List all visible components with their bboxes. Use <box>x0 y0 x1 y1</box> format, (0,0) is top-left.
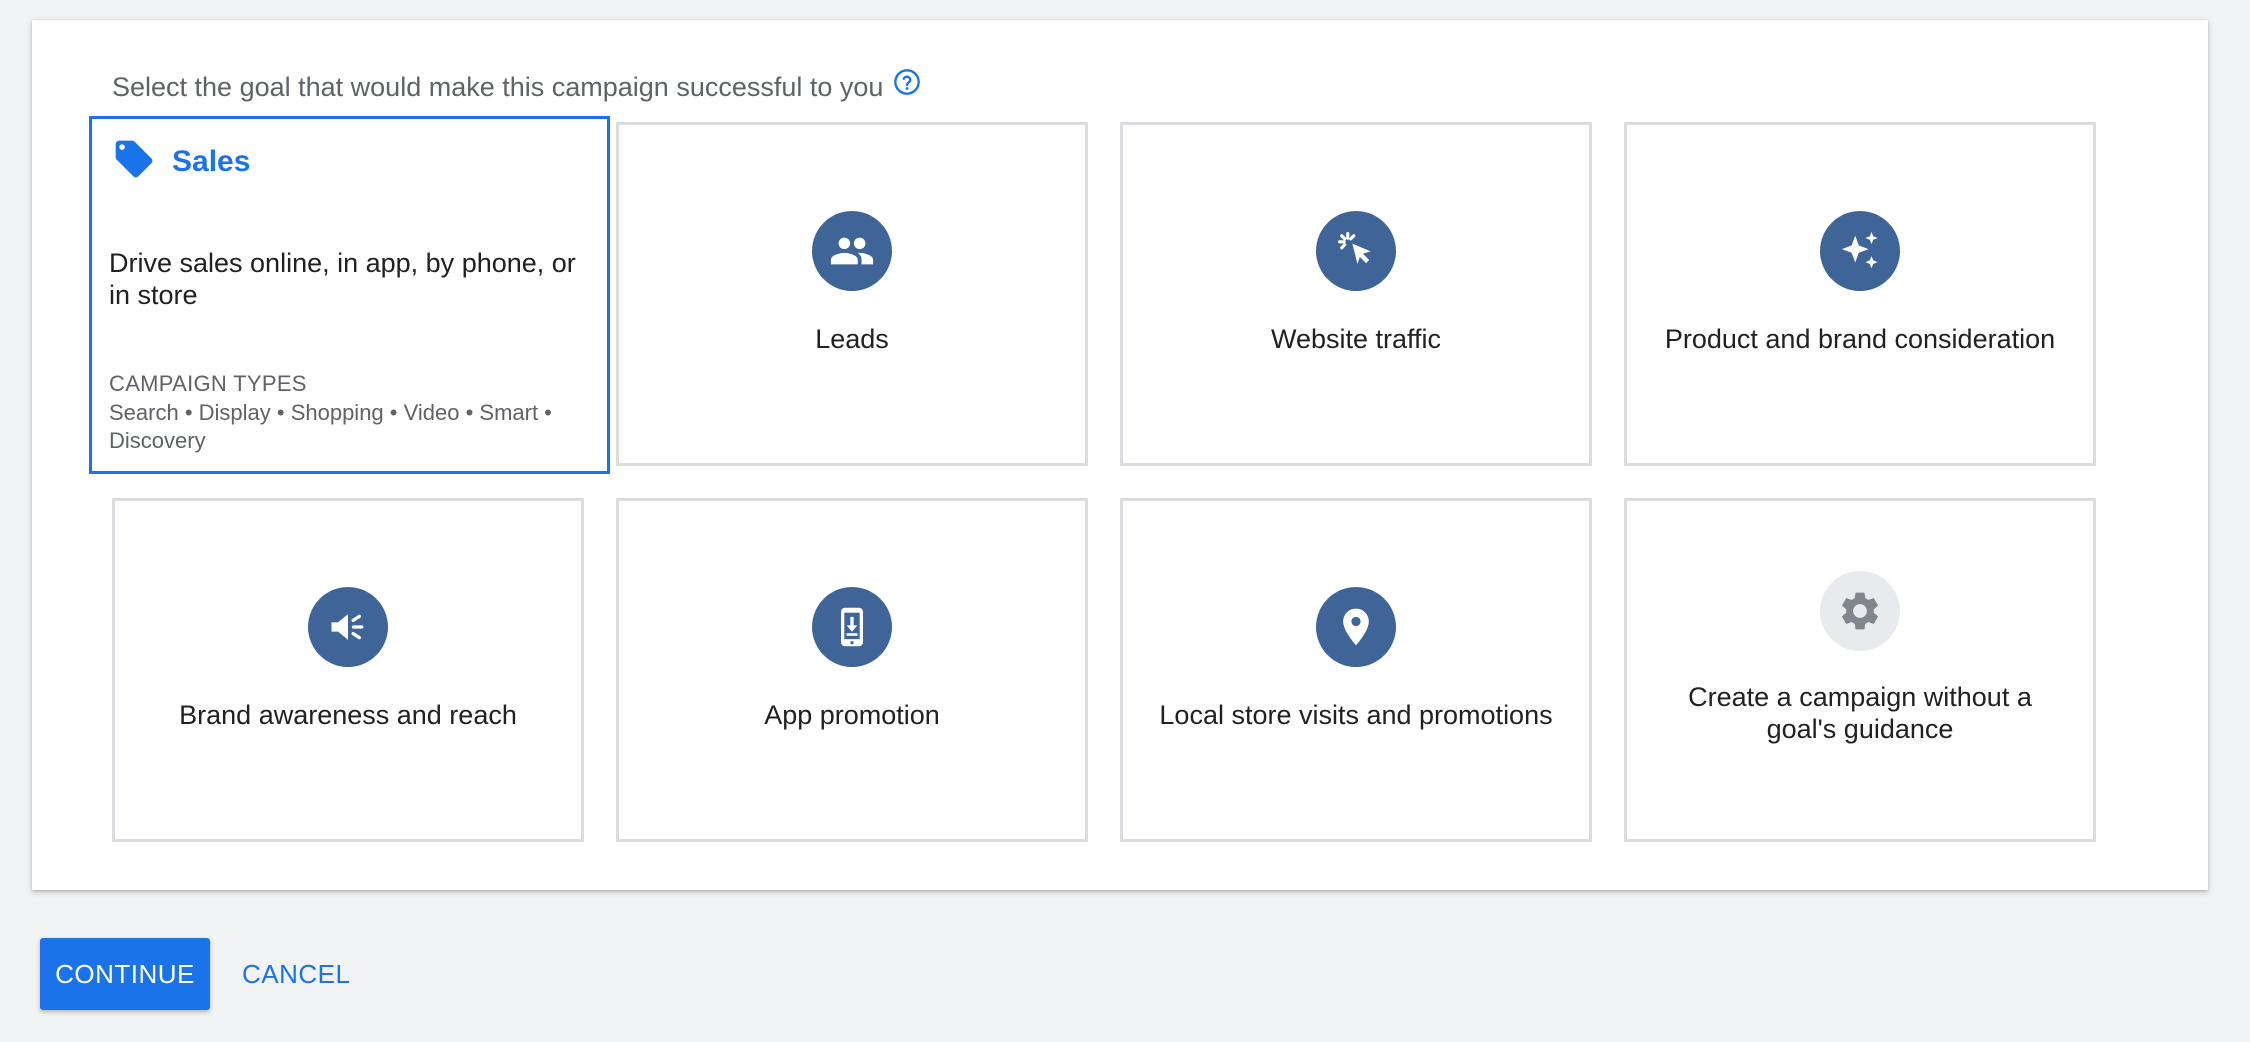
cancel-button[interactable]: CANCEL <box>228 938 364 1010</box>
continue-button[interactable]: CONTINUE <box>40 938 210 1010</box>
goal-card-leads[interactable]: Leads <box>616 122 1088 466</box>
goal-prompt-text: Select the goal that would make this cam… <box>112 72 884 102</box>
goal-card-no-goal[interactable]: Create a campaign without a goal's guida… <box>1624 498 2096 842</box>
goal-card-app-promotion[interactable]: App promotion <box>616 498 1088 842</box>
goal-label: Leads <box>815 324 889 354</box>
sales-card-header: Sales <box>112 137 250 186</box>
goal-label: Local store visits and promotions <box>1159 700 1553 730</box>
goal-card-product-brand-consideration[interactable]: Product and brand consideration <box>1624 122 2096 466</box>
location-pin-icon <box>1316 587 1396 667</box>
goal-card-website-traffic[interactable]: Website traffic <box>1120 122 1592 466</box>
goal-prompt: Select the goal that would make this cam… <box>112 68 921 103</box>
tag-icon <box>112 137 156 186</box>
megaphone-icon <box>308 587 388 667</box>
help-circle-icon[interactable] <box>893 68 921 96</box>
phone-download-icon <box>812 587 892 667</box>
goal-card-brand-awareness[interactable]: Brand awareness and reach <box>112 498 584 842</box>
gear-icon <box>1820 571 1900 651</box>
goal-label: Website traffic <box>1270 324 1442 354</box>
goal-label: App promotion <box>764 700 940 730</box>
cursor-click-icon <box>1316 211 1396 291</box>
goal-card-local-store-visits[interactable]: Local store visits and promotions <box>1120 498 1592 842</box>
goal-card-sales[interactable]: Sales Drive sales online, in app, by pho… <box>89 116 610 474</box>
goal-selection-panel: Select the goal that would make this cam… <box>32 20 2208 890</box>
campaign-types-heading: CAMPAIGN TYPES <box>109 371 307 396</box>
goal-label: Brand awareness and reach <box>179 700 517 730</box>
sales-card-description: Drive sales online, in app, by phone, or… <box>109 248 576 310</box>
campaign-types-list: Search • Display • Shopping • Video • Sm… <box>109 400 552 453</box>
people-icon <box>812 211 892 291</box>
goal-label: Create a campaign without a goal's guida… <box>1688 682 2032 744</box>
sales-card-title: Sales <box>172 144 251 178</box>
goal-label: Product and brand consideration <box>1664 324 2056 354</box>
sparkle-icon <box>1820 211 1900 291</box>
